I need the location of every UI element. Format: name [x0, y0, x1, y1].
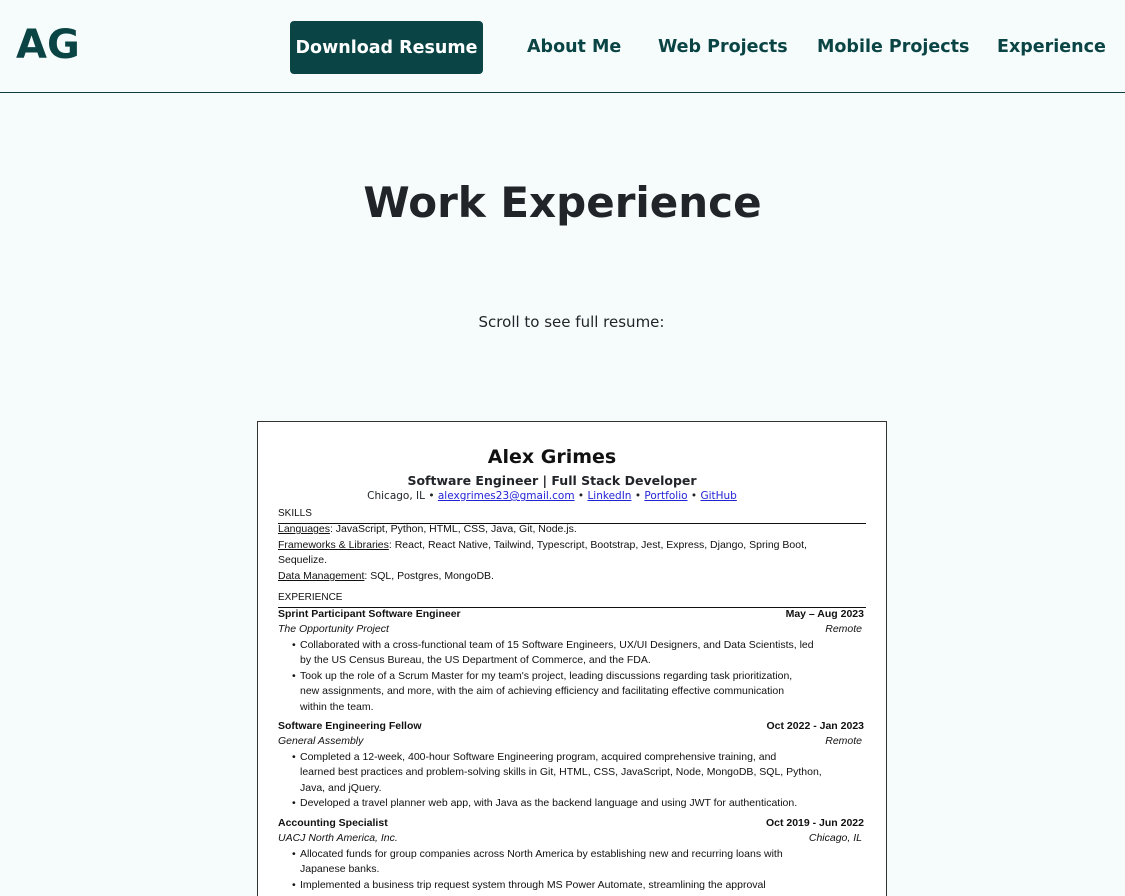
skill-value: Sequelize.: [278, 554, 328, 566]
resume-email-link[interactable]: alexgrimes23@gmail.com: [438, 490, 575, 502]
nav-link-about-me[interactable]: About Me: [527, 37, 621, 57]
job-org: UACJ North America, Inc.: [278, 832, 398, 844]
job-bullet: • Completed a 12-week, 400-hour Software …: [292, 750, 864, 766]
bullet-icon: •: [292, 639, 296, 651]
bullet-text: Implemented a business trip request syst…: [300, 879, 766, 891]
job-title: Accounting Specialist: [278, 817, 388, 829]
job-location: Chicago, IL: [808, 832, 862, 844]
job-bullet: • Allocated funds for group companies acr…: [292, 847, 864, 863]
bullet-text: learned best practices and problem-solvi…: [300, 766, 822, 778]
skill-label: Frameworks & Libraries: [278, 539, 389, 551]
job-location: Remote: [825, 623, 862, 635]
job-bullet: • Took up the role of a Scrum Master for …: [292, 669, 864, 685]
job-bullet-cont: new assignments, and more, with the aim …: [292, 684, 864, 700]
bullet-text: new assignments, and more, with the aim …: [300, 685, 785, 697]
bullet-icon: •: [292, 879, 296, 891]
resume-linkedin-link[interactable]: LinkedIn: [587, 490, 631, 502]
job-org: General Assembly: [278, 735, 364, 747]
job-bullet-cont: learned best practices and problem-solvi…: [292, 765, 864, 781]
bullet-icon: •: [292, 670, 296, 682]
job-bullet-cont: Japanese banks.: [292, 862, 864, 878]
bullet-text: by the US Census Bureau, the US Departme…: [300, 654, 651, 666]
resume-viewer[interactable]: Alex Grimes Software Engineer | Full Sta…: [257, 421, 887, 896]
bullet-text: Allocated funds for group companies acro…: [300, 848, 783, 860]
job-title: Sprint Participant Software Engineer: [278, 608, 461, 620]
resume-name: Alex Grimes: [487, 446, 617, 468]
bullet-icon: •: [292, 751, 296, 763]
bullet-text: within the team.: [300, 701, 374, 713]
job-bullet: • Collaborated with a cross-functional te…: [292, 638, 864, 654]
separator: •: [428, 490, 435, 502]
skill-label: Data Management: [278, 570, 365, 582]
skill-line: Frameworks & Libraries: React, React Nat…: [278, 538, 866, 554]
bullet-icon: •: [292, 797, 296, 809]
job-title-row: Software Engineering Fellow Oct 2022 - Ja…: [278, 719, 864, 735]
job-org-row: General Assembly Remote: [278, 734, 862, 750]
resume-github-link[interactable]: GitHub: [700, 490, 736, 502]
job-bullet-cont: within the team.: [292, 700, 864, 716]
skill-value: : JavaScript, Python, HTML, CSS, Java, G…: [329, 523, 577, 535]
skill-value: : SQL, Postgres, MongoDB.: [364, 570, 494, 582]
scroll-note: Scroll to see full resume:: [478, 313, 665, 331]
job-bullet: • Developed a travel planner web app, wit…: [292, 796, 864, 812]
bullet-text: Developed a travel planner web app, with…: [300, 797, 798, 809]
page-title: Work Experience: [363, 178, 762, 227]
separator: •: [577, 490, 585, 502]
job-org-row: UACJ North America, Inc. Chicago, IL: [278, 831, 862, 847]
bullet-text: Took up the role of a Scrum Master for m…: [300, 670, 793, 682]
logo[interactable]: AG: [16, 22, 80, 68]
job-bullet: • Implemented a business trip request sys…: [292, 878, 864, 894]
download-resume-button[interactable]: Download Resume: [290, 21, 483, 74]
job-date: Oct 2022 - Jan 2023: [766, 720, 864, 732]
resume-contact: Chicago, IL • alexgrimes23@gmail.com • L…: [258, 490, 866, 502]
nav-link-web-projects[interactable]: Web Projects: [658, 37, 788, 57]
bullet-text: Collaborated with a cross-functional tea…: [300, 639, 814, 651]
job-title-row: Accounting Specialist Oct 2019 - Jun 2022: [278, 816, 864, 832]
resume-role: Software Engineer | Full Stack Developer: [407, 473, 697, 488]
job-bullet-cont: Java, and jQuery.: [292, 781, 864, 797]
resume-portfolio-link[interactable]: Portfolio: [644, 490, 687, 502]
job-org-row: The Opportunity Project Remote: [278, 622, 862, 638]
navbar: AG Download Resume About Me Web Projects…: [0, 0, 1125, 93]
job-date: Oct 2019 - Jun 2022: [765, 817, 864, 829]
skill-value: : React, React Native, Tailwind, Typescr…: [388, 539, 807, 551]
bullet-text: Japanese banks.: [300, 863, 380, 875]
job-title: Software Engineering Fellow: [278, 720, 422, 732]
separator: •: [690, 490, 698, 502]
bullet-text: Completed a 12-week, 400-hour Software E…: [300, 751, 777, 763]
job-location: Remote: [825, 735, 862, 747]
separator: •: [634, 490, 642, 502]
bullet-icon: •: [292, 848, 296, 860]
nav-link-experience[interactable]: Experience: [997, 37, 1106, 57]
resume-location: Chicago, IL: [367, 490, 425, 502]
job-bullet-cont: by the US Census Bureau, the US Departme…: [292, 653, 864, 669]
job-title-row: Sprint Participant Software Engineer May …: [278, 607, 864, 623]
job-date: May – Aug 2023: [785, 608, 864, 620]
skill-label: Languages: [278, 523, 330, 535]
bullet-text: Java, and jQuery.: [300, 782, 382, 794]
skills-heading: SKILLS: [278, 506, 866, 524]
experience-heading: EXPERIENCE: [278, 590, 866, 608]
skill-line: Data Management: SQL, Postgres, MongoDB.: [278, 569, 866, 585]
skill-line: Sequelize.: [278, 553, 866, 569]
job-org: The Opportunity Project: [278, 623, 389, 635]
nav-link-mobile-projects[interactable]: Mobile Projects: [817, 37, 969, 57]
skill-line: Languages: JavaScript, Python, HTML, CSS…: [278, 522, 866, 538]
